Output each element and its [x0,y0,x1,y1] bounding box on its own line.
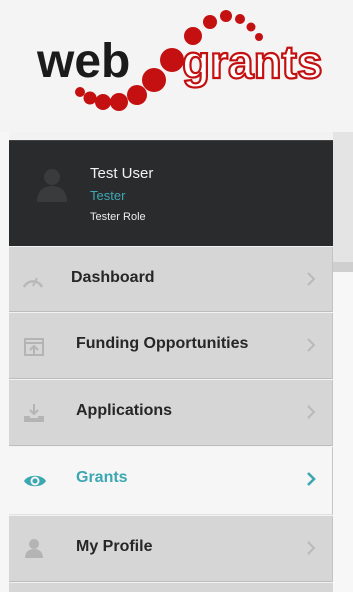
chevron-right-icon [307,405,316,419]
nav-label-my-profile: My Profile [76,538,153,555]
logo-text-web: web [36,35,130,88]
logo-area: web grants [0,0,353,132]
nav-item-applications[interactable]: Applications [9,380,333,446]
nav-label-dashboard: Dashboard [71,269,155,286]
nav-item-my-profile[interactable]: My Profile [9,516,333,582]
dashboard-icon [22,277,44,288]
webgrants-logo[interactable]: web grants [0,0,353,132]
logo-text-grants: grants [182,36,323,88]
user-panel: Test User Tester Tester Role [9,140,333,246]
user-silhouette-icon [37,169,67,202]
applications-icon [24,404,44,422]
chevron-right-icon [307,472,316,486]
user-title: Tester [90,188,126,203]
nav-item-funding-opportunities[interactable]: Funding Opportunities [9,313,333,379]
nav-label-funding-opportunities: Funding Opportunities [76,335,249,352]
chevron-right-icon [307,541,316,555]
nav-item-grants[interactable]: Grants [9,447,333,515]
nav-label-grants: Grants [76,469,128,486]
nav-label-applications: Applications [76,402,173,419]
content-edge [333,132,353,592]
sidebar-left-edge [0,132,9,592]
nav-item-dashboard[interactable]: Dashboard [9,247,333,312]
eye-icon [24,475,46,487]
user-role: Tester Role [90,211,146,223]
chevron-right-icon [307,272,316,286]
nav-item-next-partial [9,583,333,592]
chevron-right-icon [307,338,316,352]
user-name: Test User [90,165,154,182]
user-icon [25,539,43,558]
funding-opportunities-icon [24,338,44,356]
